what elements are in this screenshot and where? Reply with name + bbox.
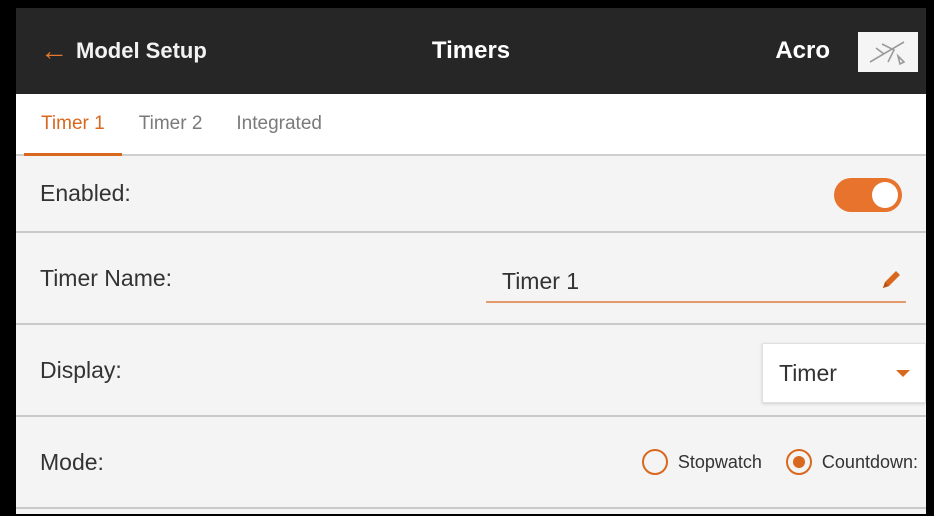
mode-label: Mode: (40, 448, 104, 475)
timer-name-label: Timer Name: (40, 264, 173, 291)
toggle-knob (872, 182, 898, 208)
mode-radio-group: Stopwatch Countdown: (618, 417, 918, 507)
airplane-icon[interactable] (858, 32, 918, 72)
radio-countdown[interactable] (785, 449, 812, 475)
stopwatch-label: Stopwatch (677, 451, 762, 472)
display-row: Display: Timer (16, 325, 926, 417)
enabled-label: Enabled: (40, 180, 131, 206)
timer-tabs: Timer 1 Timer 2 Integrated (16, 94, 926, 156)
back-button[interactable]: ← Model Setup (40, 37, 207, 65)
tab-timer-1[interactable]: Timer 1 (24, 94, 122, 156)
pencil-icon[interactable] (878, 267, 904, 298)
tab-timer-2[interactable]: Timer 2 (122, 94, 220, 154)
back-arrow-icon: ← (40, 35, 68, 66)
enabled-toggle[interactable] (834, 178, 902, 212)
timer-name-value: Timer 1 (502, 267, 580, 294)
display-selected-value: Timer (779, 359, 837, 386)
model-name: Acro (775, 37, 830, 64)
timers-screen: ← Model Setup Timers Acro Timer 1 Timer … (16, 8, 926, 514)
radio-stopwatch[interactable] (641, 449, 668, 475)
timer-name-field[interactable]: Timer 1 (486, 261, 906, 303)
chevron-down-icon (895, 366, 911, 384)
top-bar: ← Model Setup Timers Acro (16, 8, 926, 94)
display-label: Display: (40, 356, 122, 383)
tab-integrated[interactable]: Integrated (219, 94, 339, 154)
enabled-row: Enabled: (16, 156, 926, 233)
back-label: Model Setup (76, 38, 207, 63)
countdown-label: Countdown: (821, 451, 918, 472)
timer-name-row: Timer Name: Timer 1 (16, 233, 926, 325)
mode-row: Mode: Stopwatch Countdown: (16, 417, 926, 509)
mode-option-countdown[interactable]: Countdown: (785, 449, 918, 475)
mode-option-stopwatch[interactable]: Stopwatch (641, 449, 762, 475)
display-dropdown[interactable]: Timer (762, 343, 926, 403)
